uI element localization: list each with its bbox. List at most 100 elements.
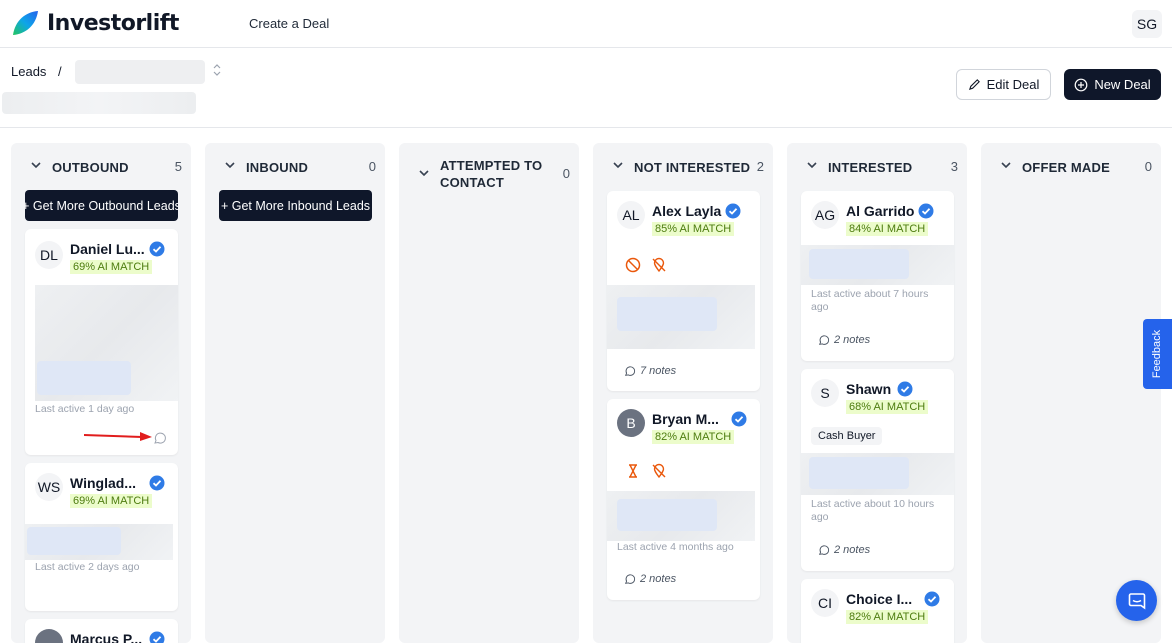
column-header[interactable]: NOT INTERESTED 2: [593, 143, 773, 189]
column-title: OFFER MADE: [1022, 159, 1110, 176]
chevron-down-icon[interactable]: [418, 167, 430, 179]
last-active-line-2: ago: [811, 511, 829, 523]
lead-name: Daniel Lu...: [70, 241, 145, 257]
notes-count[interactable]: 2 notes: [818, 334, 870, 346]
ai-match-badge: 84% AI MATCH: [846, 222, 928, 236]
notes-count[interactable]: 2 notes: [624, 573, 676, 585]
notes-count[interactable]: 7 notes: [624, 365, 676, 377]
up-down-caret-icon[interactable]: [212, 63, 222, 77]
edit-deal-button[interactable]: Edit Deal: [956, 69, 1051, 100]
app-name: Investorlift: [47, 11, 179, 36]
lead-name: Al Garrido: [846, 203, 914, 219]
lead-name: Choice I...: [846, 591, 912, 607]
lead-card-daniel[interactable]: DL Daniel Lu... 69% AI MATCH Last active…: [25, 229, 178, 455]
chat-icon: [1127, 591, 1147, 611]
verified-badge-icon: [918, 203, 934, 219]
create-deal-link[interactable]: Create a Deal: [249, 16, 329, 31]
last-active-line-1: Last active about 10 hours: [811, 498, 934, 510]
red-arrow-annotation: [84, 429, 154, 443]
verified-badge-icon: [149, 475, 165, 491]
lead-card-shawn[interactable]: S Shawn 68% AI MATCH Cash Buyer Last act…: [801, 369, 954, 571]
lead-card-choice[interactable]: CI Choice I... 82% AI MATCH: [801, 579, 954, 643]
new-deal-button[interactable]: New Deal: [1064, 69, 1161, 100]
chat-launcher-button[interactable]: [1116, 580, 1157, 621]
verified-badge-icon: [725, 203, 741, 219]
comment-icon: [818, 544, 830, 556]
verified-badge-icon: [149, 631, 165, 643]
ai-match-badge: 85% AI MATCH: [652, 222, 734, 236]
location-off-icon: [651, 463, 667, 479]
column-inbound: INBOUND 0 + Get More Inbound Leads: [205, 143, 385, 643]
column-header[interactable]: OFFER MADE 0: [981, 143, 1161, 189]
column-header[interactable]: INTERESTED 3: [787, 143, 967, 189]
chevron-down-icon[interactable]: [30, 159, 42, 171]
breadcrumb-bar: Leads / Edit Deal New Deal: [0, 48, 1172, 128]
column-attempted-to-contact: ATTEMPTED TO CONTACT 0: [399, 143, 579, 643]
last-active: Last active about 7 hours ago: [811, 288, 928, 314]
lead-card-alex[interactable]: AL Alex Layla 85% AI MATCH 7 notes: [607, 191, 760, 391]
chevron-down-icon[interactable]: [224, 159, 236, 171]
hourglass-icon: [625, 463, 641, 479]
column-count: 0: [563, 166, 570, 181]
column-count: 0: [1145, 159, 1152, 174]
logo[interactable]: Investorlift: [11, 9, 179, 37]
ai-match-badge: 69% AI MATCH: [70, 260, 152, 274]
verified-badge-icon: [149, 241, 165, 257]
verified-badge-icon: [897, 381, 913, 397]
last-active: Last active about 10 hours ago: [811, 498, 934, 524]
user-avatar[interactable]: SG: [1132, 10, 1162, 38]
plus-circle-icon: [1074, 78, 1088, 92]
lead-name: Marcus P...: [70, 631, 142, 643]
redacted-info: [617, 297, 717, 331]
new-deal-label: New Deal: [1094, 77, 1150, 92]
comment-icon[interactable]: [153, 431, 167, 445]
column-header[interactable]: INBOUND 0: [205, 143, 385, 189]
column-count: 3: [951, 159, 958, 174]
feedback-label: Feedback: [1152, 330, 1164, 378]
lead-name: Shawn: [846, 381, 891, 397]
lead-card-winglad[interactable]: WS Winglad... 69% AI MATCH Last active 2…: [25, 463, 178, 611]
last-active: Last active 4 months ago: [617, 541, 734, 554]
lead-name: Winglad...: [70, 475, 136, 491]
lead-card-marcus[interactable]: Marcus P...: [25, 619, 178, 643]
column-title-line-2: CONTACT: [440, 175, 504, 190]
breadcrumb-leads[interactable]: Leads: [11, 64, 46, 79]
avatar: CI: [811, 589, 839, 617]
column-title-line-1: ATTEMPTED TO: [440, 158, 542, 173]
avatar: AG: [811, 201, 839, 229]
avatar: AL: [617, 201, 645, 229]
notes-count[interactable]: 2 notes: [818, 544, 870, 556]
logo-leaf-icon: [11, 9, 39, 37]
column-count: 0: [369, 159, 376, 174]
lead-name: Bryan M...: [652, 411, 719, 427]
feedback-tab[interactable]: Feedback: [1143, 319, 1172, 389]
column-outbound: OUTBOUND 5 + Get More Outbound Leads DL …: [11, 143, 191, 643]
location-off-icon: [651, 257, 667, 273]
chevron-down-icon[interactable]: [612, 159, 624, 171]
cash-buyer-tag: Cash Buyer: [811, 427, 882, 445]
deal-subtitle-redacted: [2, 92, 196, 114]
get-more-outbound-leads-button[interactable]: + Get More Outbound Leads: [25, 190, 178, 221]
column-title: INBOUND: [246, 159, 308, 176]
redacted-info: [809, 457, 909, 489]
column-header[interactable]: ATTEMPTED TO CONTACT 0: [399, 143, 579, 189]
lead-name: Alex Layla: [652, 203, 721, 219]
chevron-down-icon[interactable]: [806, 159, 818, 171]
notes-label: 2 notes: [834, 334, 870, 346]
get-more-inbound-leads-button[interactable]: + Get More Inbound Leads: [219, 190, 372, 221]
verified-badge-icon: [731, 411, 747, 427]
column-offer-made: OFFER MADE 0: [981, 143, 1161, 643]
redacted-info: [809, 249, 909, 279]
lead-card-bryan[interactable]: B Bryan M... 82% AI MATCH Last active 4 …: [607, 399, 760, 600]
chevron-down-icon[interactable]: [1000, 159, 1012, 171]
ai-match-badge: 69% AI MATCH: [70, 494, 152, 508]
lead-card-al-garrido[interactable]: AG Al Garrido 84% AI MATCH Last active a…: [801, 191, 954, 361]
last-active-line-2: ago: [811, 301, 829, 313]
last-active: Last active 1 day ago: [35, 403, 134, 416]
column-header[interactable]: OUTBOUND 5: [11, 143, 191, 189]
redacted-info: [37, 361, 131, 395]
last-active: Last active 2 days ago: [35, 561, 139, 574]
deal-selector[interactable]: [75, 60, 205, 84]
notes-label: 2 notes: [834, 544, 870, 556]
avatar: S: [811, 379, 839, 407]
